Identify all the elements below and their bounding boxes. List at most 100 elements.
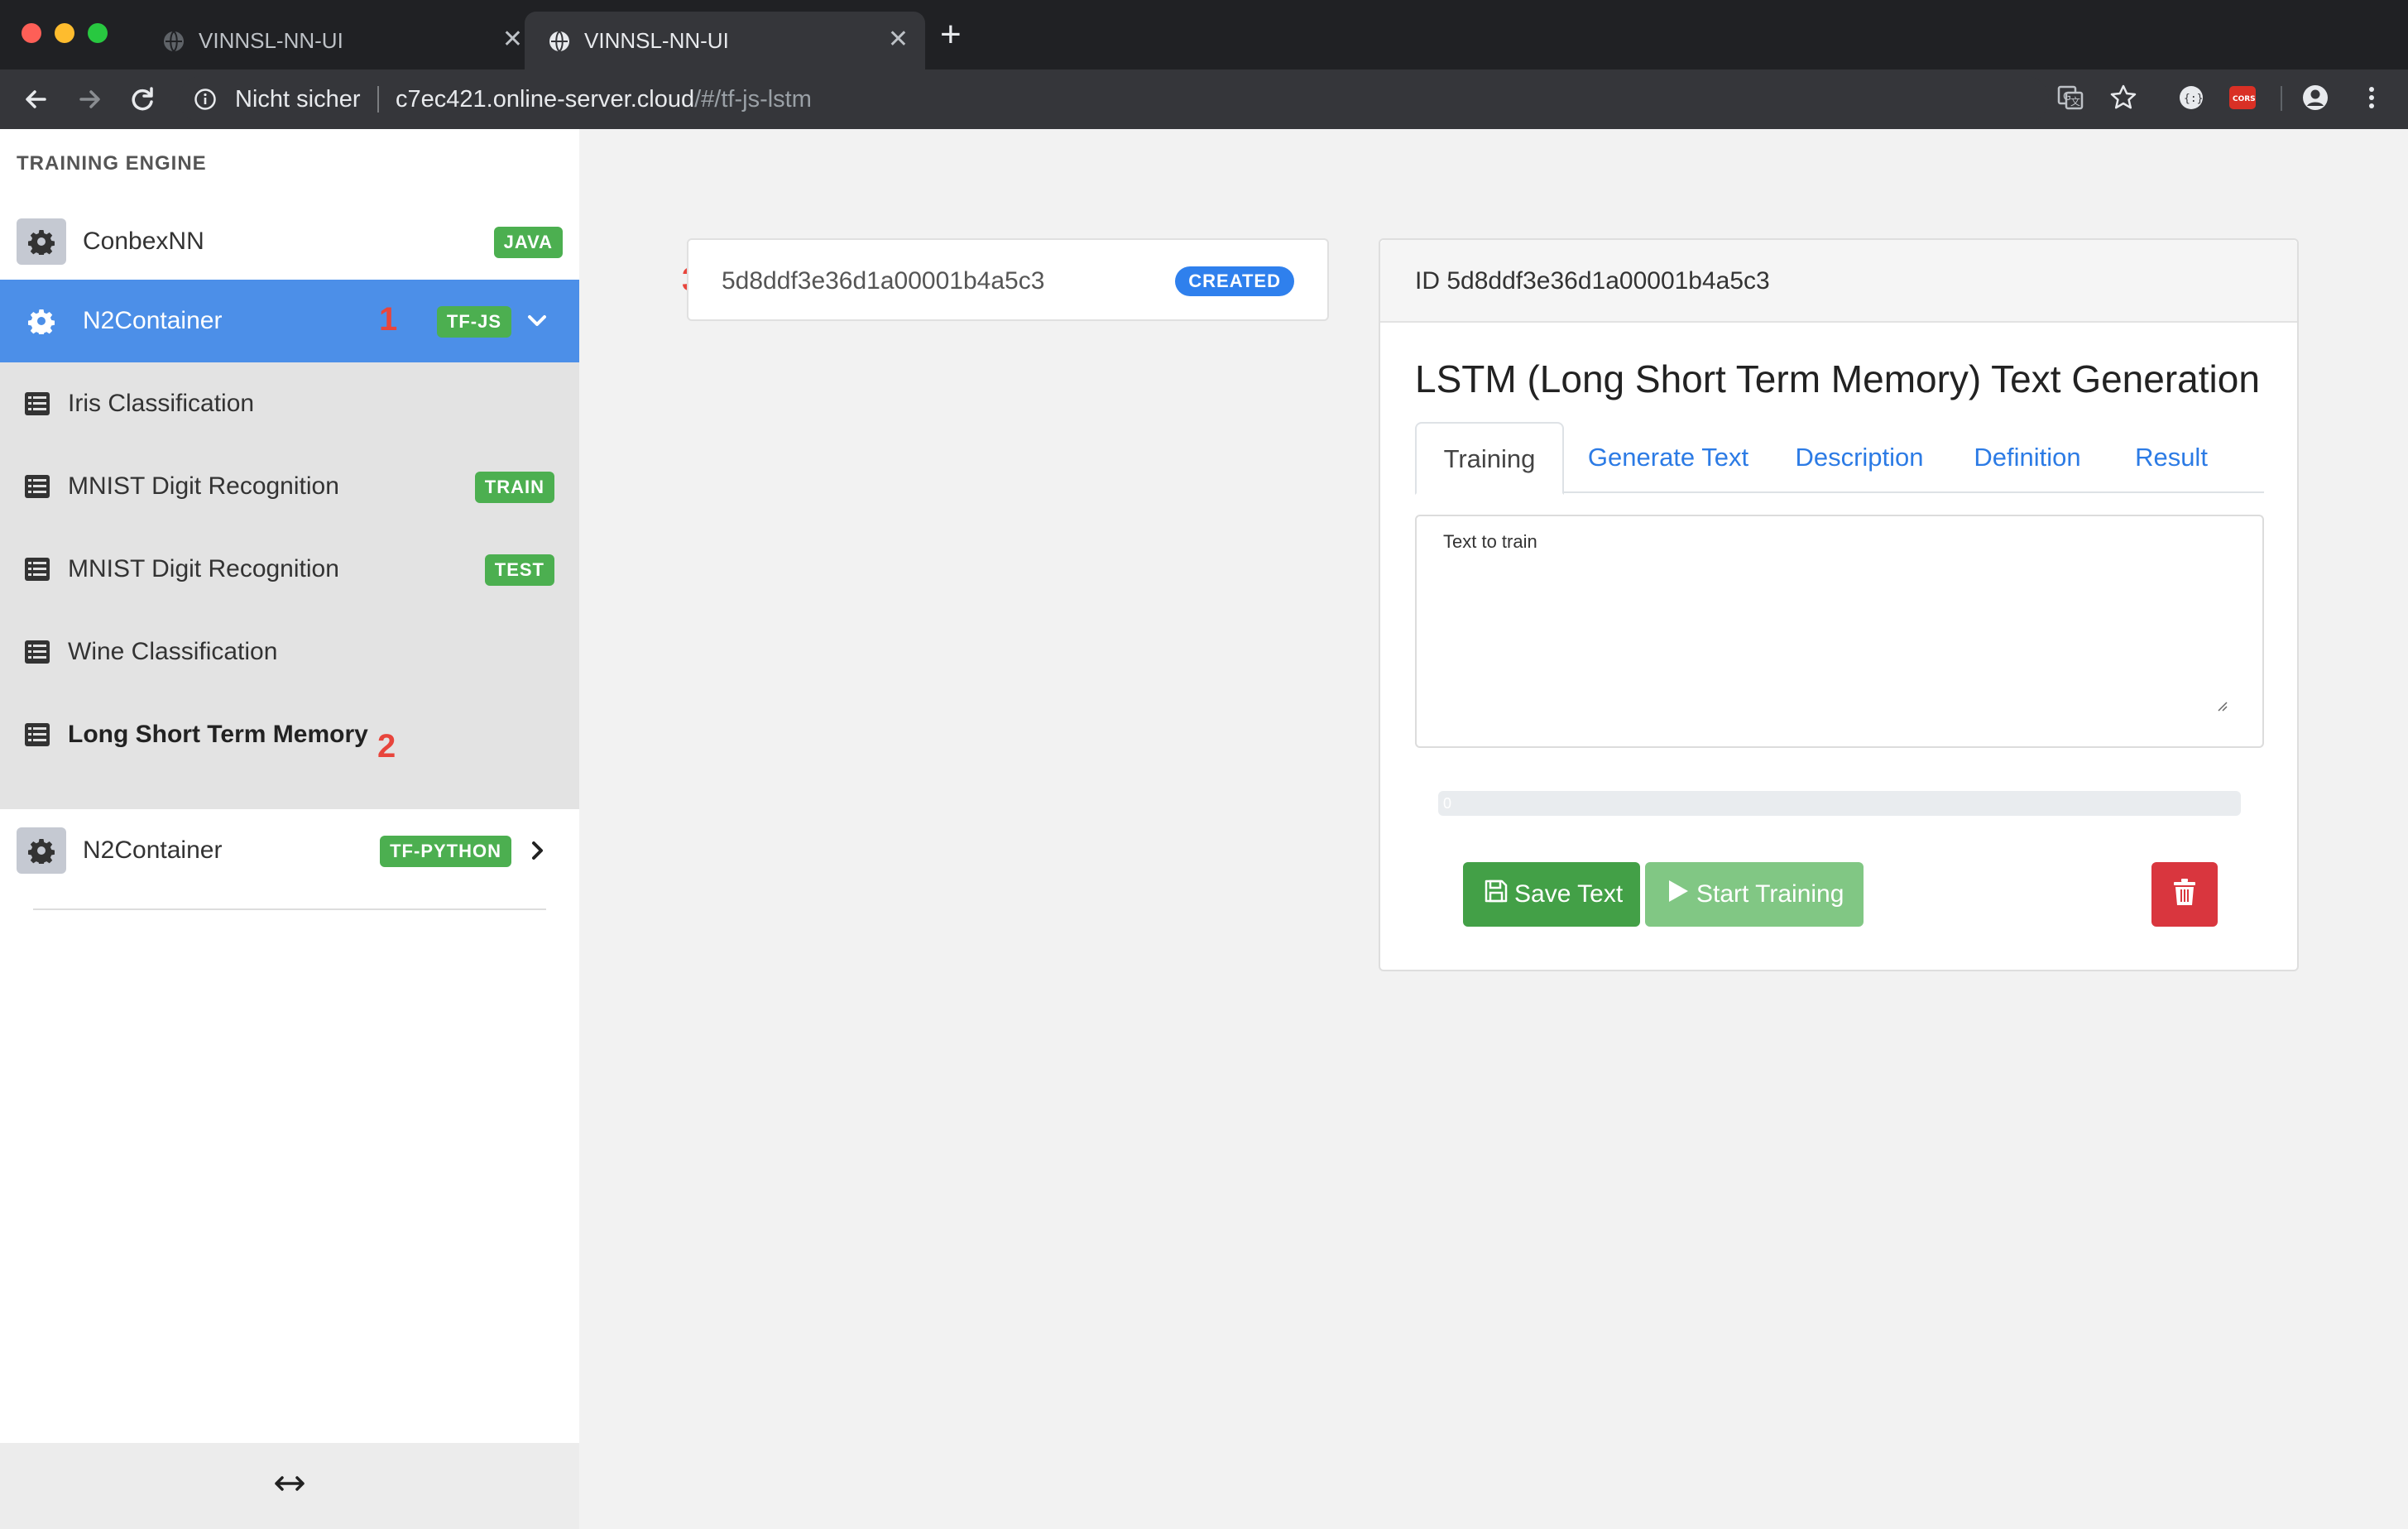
training-progress-bar: 0 (1438, 791, 2241, 816)
resize-horizontal-icon[interactable] (273, 1471, 306, 1496)
svg-text:CORS: CORS (2233, 95, 2256, 103)
globe-icon (549, 31, 569, 52)
list-icon (25, 723, 50, 746)
arrow-right-icon (79, 90, 100, 108)
engine-icon-box (17, 218, 66, 265)
svg-text:文: 文 (2070, 95, 2080, 108)
floppy-disk-icon (1485, 880, 1508, 903)
sidebar-item-mnist-train[interactable]: MNIST Digit Recognition TRAIN (0, 445, 579, 528)
translate-icon[interactable]: G 文 (2055, 83, 2085, 113)
save-text-button[interactable]: Save Text (1463, 862, 1640, 927)
address-bar[interactable]: Nicht sicher c7ec421.online-server.cloud… (179, 76, 2049, 122)
item-badge: TEST (484, 554, 554, 586)
engine-item-n2container-tfjs[interactable]: N2Container TF-JS (0, 280, 579, 362)
model-card[interactable]: 5d8ddf3e36d1a00001b4a5c3 CREATED (687, 238, 1329, 321)
cors-extension-icon[interactable]: CORS (2228, 83, 2257, 113)
engine-badge: JAVA (493, 227, 563, 258)
close-window-button[interactable] (22, 23, 41, 43)
model-id: 5d8ddf3e36d1a00001b4a5c3 (722, 267, 1045, 295)
list-icon (25, 640, 50, 664)
omnibox-divider (377, 86, 379, 113)
back-button[interactable] (18, 81, 55, 117)
bookmark-star-icon[interactable] (2108, 83, 2138, 113)
delete-button[interactable] (2151, 862, 2218, 927)
tab-close-icon[interactable]: ✕ (502, 26, 523, 53)
sidebar-item-label: MNIST Digit Recognition (68, 472, 339, 500)
sidebar-header: TRAINING ENGINE (17, 152, 207, 175)
engine-item-conbexnn[interactable]: ConbexNN JAVA (0, 200, 579, 283)
sidebar-item-label: Long Short Term Memory (68, 721, 368, 748)
security-label[interactable]: Nicht sicher (235, 86, 361, 113)
play-icon (1669, 880, 1688, 902)
reload-icon (132, 87, 153, 111)
sidebar-item-wine-classification[interactable]: Wine Classification (0, 611, 579, 693)
browser-tab-1[interactable]: VINNSL-NN-UI ✕ (139, 12, 540, 70)
tab-result[interactable]: Result (2118, 422, 2224, 493)
url-path: /#/tf-js-lstm (694, 86, 812, 113)
json-extension-icon[interactable]: {:} (2176, 83, 2206, 113)
annotation-marker: 1 (379, 301, 398, 338)
tab-close-icon[interactable]: ✕ (888, 26, 909, 53)
reload-button[interactable] (124, 81, 161, 117)
globe-icon (164, 31, 184, 52)
profile-avatar-icon[interactable] (2300, 83, 2330, 113)
kebab-menu-icon[interactable] (2357, 83, 2386, 113)
engine-badge: TF-PYTHON (380, 836, 511, 867)
model-detail-panel: ID 5d8ddf3e36d1a00001b4a5c3 LSTM (Long S… (1379, 238, 2299, 971)
tab-title: VINNSL-NN-UI (199, 28, 343, 53)
engine-name: N2Container (83, 307, 223, 334)
progress-label: 0 (1443, 795, 1452, 812)
sidebar-item-iris-classification[interactable]: Iris Classification (0, 362, 579, 445)
engine-name: ConbexNN (83, 228, 204, 255)
new-tab-button[interactable]: + (940, 17, 962, 53)
arrow-left-icon (26, 90, 46, 108)
url-host: c7ec421.online-server.cloud (396, 86, 695, 113)
engine-name: N2Container (83, 836, 223, 864)
engine-icon-box (17, 827, 66, 874)
training-text-input[interactable] (1417, 516, 2262, 746)
annotation-marker: 2 (377, 728, 396, 764)
svg-text:{:}: {:} (2184, 93, 2203, 105)
tab-training[interactable]: Training (1415, 422, 1564, 495)
engine-icon-box (17, 298, 66, 344)
sidebar-item-mnist-test[interactable]: MNIST Digit Recognition TEST (0, 528, 579, 611)
browser-tab-strip: VINNSL-NN-UI ✕ VINNSL-NN-UI ✕ + (0, 0, 2408, 70)
training-text-container (1415, 515, 2264, 748)
page-title: LSTM (Long Short Term Memory) Text Gener… (1415, 357, 2260, 400)
sidebar-footer (0, 1443, 579, 1529)
sidebar: TRAINING ENGINE ConbexNN JAVA N2Containe… (0, 129, 579, 1529)
detail-header: ID 5d8ddf3e36d1a00001b4a5c3 (1380, 240, 2297, 323)
start-training-label: Start Training (1696, 880, 1844, 908)
forward-button[interactable] (71, 81, 108, 117)
list-icon (25, 475, 50, 498)
engine-badge: TF-JS (436, 306, 511, 338)
detail-id: ID 5d8ddf3e36d1a00001b4a5c3 (1415, 267, 1770, 295)
tab-description[interactable]: Description (1781, 422, 1938, 493)
gear-icon (28, 839, 55, 864)
sidebar-item-long-short-term-memory[interactable]: Long Short Term Memory (0, 693, 579, 776)
toolbar-divider (2281, 86, 2282, 111)
gear-icon (28, 309, 55, 334)
info-icon[interactable] (194, 88, 217, 111)
trash-icon (2174, 879, 2195, 905)
chevron-down-icon[interactable] (525, 306, 549, 336)
sidebar-item-label: MNIST Digit Recognition (68, 555, 339, 582)
sidebar-item-label: Wine Classification (68, 638, 278, 665)
list-icon (25, 392, 50, 415)
engine-item-n2container-tfpython[interactable]: N2Container TF-PYTHON (0, 809, 579, 892)
browser-tab-2[interactable]: VINNSL-NN-UI ✕ (525, 12, 925, 70)
save-text-label: Save Text (1514, 880, 1624, 908)
start-training-button[interactable]: Start Training (1645, 862, 1864, 927)
engine-submenu: Iris Classification MNIST Digit Recognit… (0, 362, 579, 809)
resize-grip-icon[interactable] (2214, 698, 2228, 712)
minimize-window-button[interactable] (55, 23, 74, 43)
maximize-window-button[interactable] (88, 23, 108, 43)
tab-generate-text[interactable]: Generate Text (1577, 422, 1759, 493)
chevron-right-icon[interactable] (525, 836, 549, 865)
sidebar-item-label: Iris Classification (68, 390, 255, 417)
tab-title: VINNSL-NN-UI (584, 28, 729, 53)
tab-definition[interactable]: Definition (1958, 422, 2097, 493)
item-badge: TRAIN (474, 472, 554, 503)
sidebar-divider (33, 908, 546, 910)
url-text[interactable]: c7ec421.online-server.cloud/#/tf-js-lstm (396, 86, 812, 113)
